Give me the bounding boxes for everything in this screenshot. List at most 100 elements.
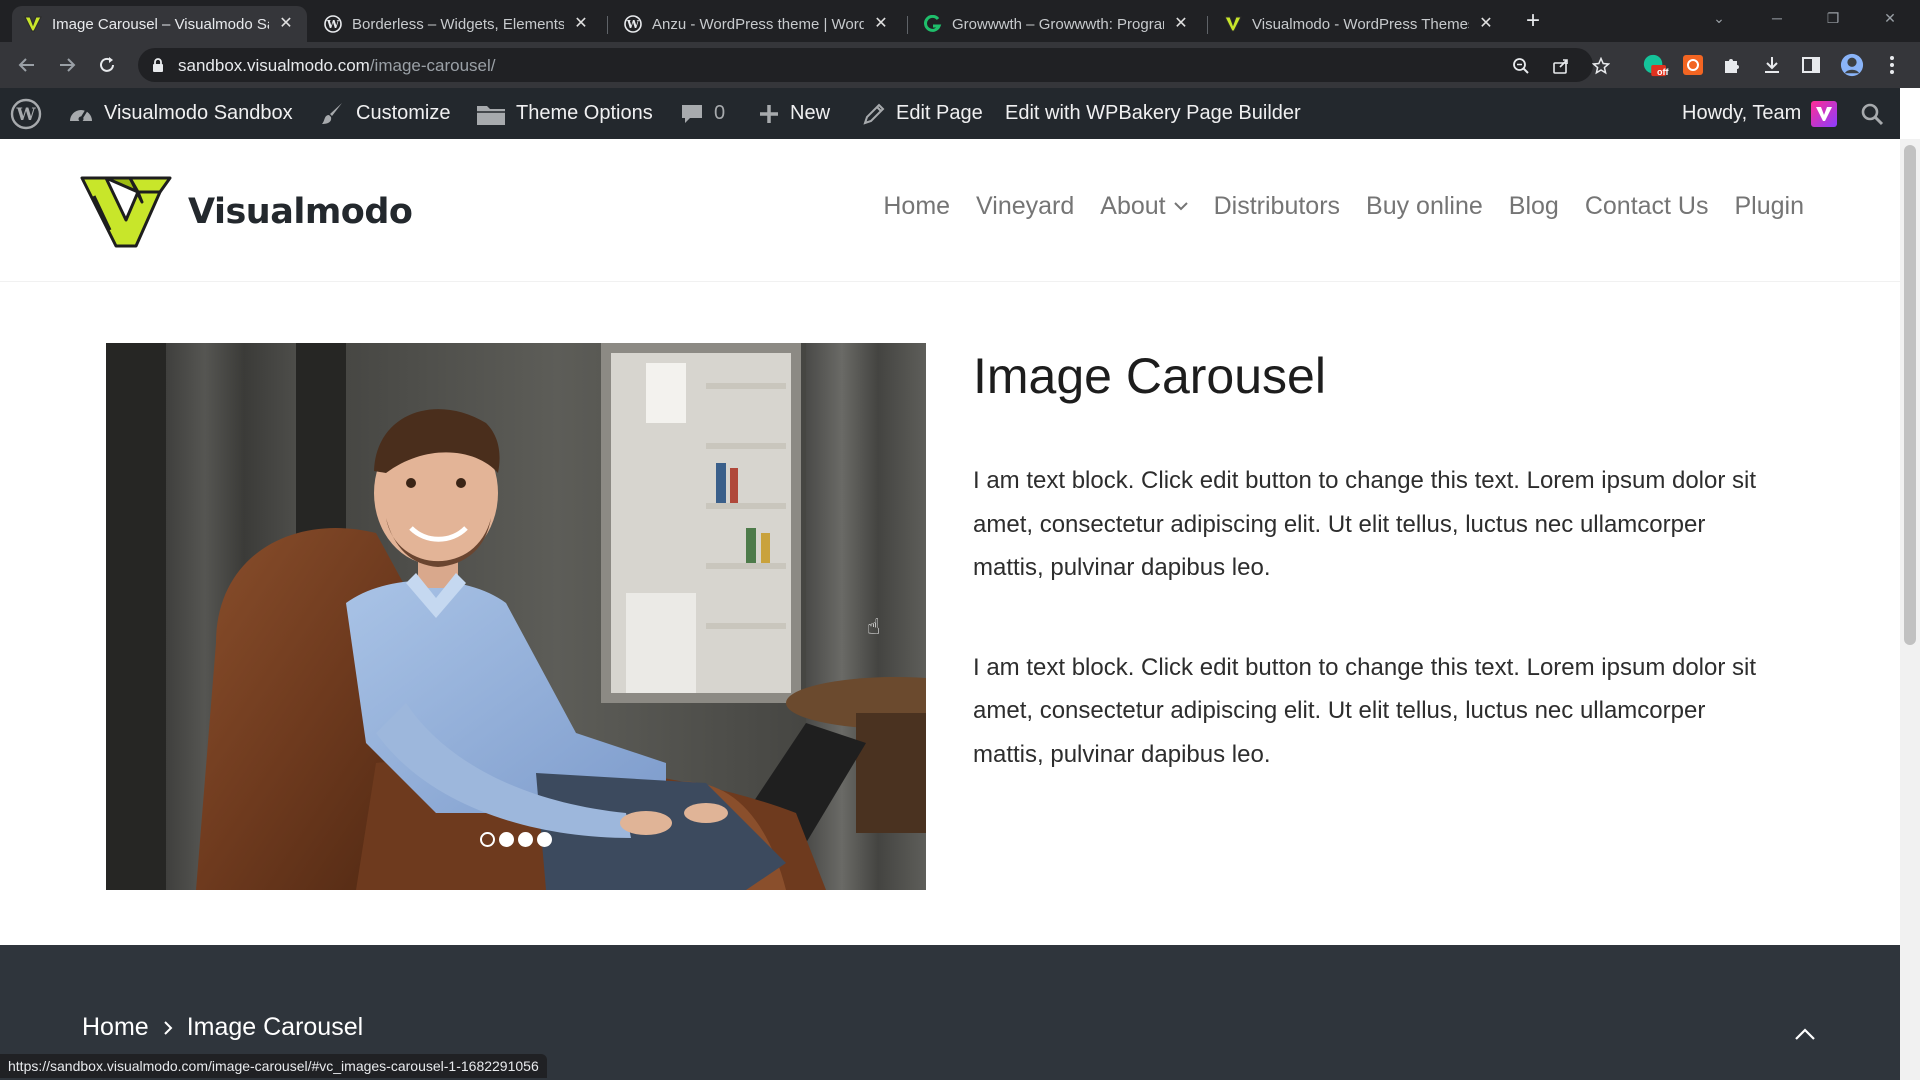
breadcrumb-current: Image Carousel bbox=[186, 1013, 364, 1041]
minimize-icon[interactable]: ─ bbox=[1765, 6, 1789, 30]
edit-page-link[interactable]: Edit Page bbox=[862, 88, 983, 139]
site-header: Visualmodo Home Vineyard About Distribut… bbox=[0, 139, 1900, 282]
tab-title: Borderless – Widgets, Elements, Template… bbox=[352, 15, 564, 33]
visualmodo-favicon-icon bbox=[1224, 15, 1242, 33]
share-icon[interactable] bbox=[1551, 56, 1571, 76]
nav-plugin[interactable]: Plugin bbox=[1735, 192, 1805, 221]
hand-cursor-icon: ☝ bbox=[867, 614, 881, 639]
side-panel-icon[interactable] bbox=[1799, 53, 1823, 77]
tab-borderless[interactable]: W Borderless – Widgets, Elements, Templa… bbox=[312, 6, 602, 42]
back-button[interactable] bbox=[14, 52, 40, 78]
browser-window: Image Carousel – Visualmodo Sandbox ✕ W … bbox=[0, 0, 1920, 1080]
restore-icon[interactable]: ❐ bbox=[1821, 6, 1845, 30]
nav-buy-online[interactable]: Buy online bbox=[1366, 192, 1483, 221]
tab-growwwth[interactable]: Growwwth – Growwwth: Programs ✕ bbox=[912, 6, 1202, 42]
my-account-menu[interactable]: Howdy, Team bbox=[1682, 88, 1838, 139]
forward-button[interactable] bbox=[54, 52, 80, 78]
close-tab-icon[interactable]: ✕ bbox=[277, 15, 295, 33]
comments-link[interactable]: 0 bbox=[680, 88, 725, 139]
carousel-dot[interactable] bbox=[480, 832, 495, 847]
carousel-dot[interactable] bbox=[518, 832, 533, 847]
orange-extension-icon[interactable] bbox=[1681, 53, 1705, 77]
close-tab-icon[interactable]: ✕ bbox=[572, 15, 590, 33]
tab-divider bbox=[907, 16, 908, 34]
page-title: Image Carousel bbox=[973, 348, 1326, 404]
tab-image-carousel[interactable]: Image Carousel – Visualmodo Sandbox ✕ bbox=[12, 6, 307, 42]
svg-text:W: W bbox=[15, 105, 36, 125]
main-navigation: Home Vineyard About Distributors Buy onl… bbox=[857, 192, 1804, 221]
growwwth-favicon-icon bbox=[924, 15, 942, 33]
paintbrush-icon bbox=[320, 101, 346, 127]
tab-strip: Image Carousel – Visualmodo Sandbox ✕ W … bbox=[0, 0, 1920, 42]
wordpress-logo-menu[interactable]: W bbox=[10, 88, 52, 139]
nav-distributors[interactable]: Distributors bbox=[1214, 192, 1340, 221]
admin-search-button[interactable] bbox=[1860, 88, 1894, 139]
page-scrollbar[interactable] bbox=[1900, 139, 1920, 1080]
new-content-menu[interactable]: New bbox=[758, 88, 830, 139]
carousel-slide-photo[interactable] bbox=[106, 343, 926, 890]
site-logo[interactable]: Visualmodo bbox=[80, 172, 413, 252]
close-tab-icon[interactable]: ✕ bbox=[1172, 15, 1190, 33]
close-tab-icon[interactable]: ✕ bbox=[872, 15, 890, 33]
wordpress-favicon-icon: W bbox=[324, 15, 342, 33]
grammarly-extension-icon[interactable]: off bbox=[1642, 53, 1669, 77]
download-icon[interactable] bbox=[1760, 53, 1784, 77]
svg-text:W: W bbox=[326, 18, 340, 31]
image-carousel[interactable] bbox=[106, 343, 926, 890]
reload-button[interactable] bbox=[94, 52, 120, 78]
nav-about[interactable]: About bbox=[1100, 192, 1188, 221]
tab-title: Growwwth – Growwwth: Programs bbox=[952, 15, 1164, 33]
folder-icon bbox=[476, 102, 506, 126]
breadcrumb-home[interactable]: Home bbox=[82, 1013, 149, 1042]
zoom-icon[interactable] bbox=[1511, 56, 1531, 76]
browser-menu-icon[interactable] bbox=[1880, 53, 1904, 77]
nav-blog[interactable]: Blog bbox=[1509, 192, 1559, 221]
visualmodo-logo-icon bbox=[80, 176, 172, 248]
tab-title: Visualmodo - WordPress Themes bbox=[1252, 15, 1469, 33]
dashboard-icon bbox=[68, 103, 94, 125]
close-tab-icon[interactable]: ✕ bbox=[1477, 15, 1495, 33]
chevron-right-icon bbox=[163, 1020, 173, 1036]
address-bar[interactable]: sandbox.visualmodo.com/image-carousel/ bbox=[138, 48, 1610, 82]
text-block-1: I am text block. Click edit button to ch… bbox=[973, 467, 1757, 581]
extension-badge: off bbox=[1657, 67, 1669, 77]
scrollbar-thumb[interactable] bbox=[1904, 145, 1916, 645]
tab-visualmodo-themes[interactable]: Visualmodo - WordPress Themes ✕ bbox=[1212, 6, 1507, 42]
logo-wordmark: Visualmodo bbox=[188, 192, 413, 232]
site-name-menu[interactable]: Visualmodo Sandbox bbox=[68, 88, 293, 139]
tab-search-icon[interactable]: ⌄ bbox=[1707, 6, 1731, 30]
carousel-dot[interactable] bbox=[537, 832, 552, 847]
tab-title: Image Carousel – Visualmodo Sandbox bbox=[52, 15, 269, 33]
comment-bubble-icon bbox=[680, 102, 704, 126]
nav-contact-us[interactable]: Contact Us bbox=[1585, 192, 1709, 221]
edit-with-wpbakery-link[interactable]: Edit with WPBakery Page Builder bbox=[1005, 88, 1301, 139]
url-host: sandbox.visualmodo.com bbox=[178, 56, 370, 75]
wordpress-logo-icon: W bbox=[10, 98, 42, 130]
new-label: New bbox=[790, 102, 831, 124]
site-name-label: Visualmodo Sandbox bbox=[104, 102, 293, 124]
extensions-puzzle-icon[interactable] bbox=[1720, 53, 1744, 77]
new-tab-button[interactable]: + bbox=[1520, 9, 1546, 35]
bookmark-star-icon[interactable] bbox=[1591, 56, 1611, 76]
chevron-down-icon bbox=[1173, 202, 1188, 211]
customize-link[interactable]: Customize bbox=[320, 88, 450, 139]
link-status-bar: https://sandbox.visualmodo.com/image-car… bbox=[0, 1054, 547, 1078]
theme-options-link[interactable]: Theme Options bbox=[476, 88, 653, 139]
tab-anzu[interactable]: W Anzu - WordPress theme | WordPress.org… bbox=[612, 6, 902, 42]
lock-icon[interactable] bbox=[152, 57, 164, 78]
wp-admin-bar: W Visualmodo Sandbox Customize Theme Opt… bbox=[0, 88, 1900, 139]
close-window-icon[interactable]: ✕ bbox=[1878, 6, 1902, 30]
svg-text:W: W bbox=[626, 18, 640, 31]
profile-avatar[interactable] bbox=[1840, 53, 1864, 77]
edit-page-label: Edit Page bbox=[896, 102, 983, 124]
wordpress-favicon-icon: W bbox=[624, 15, 642, 33]
pencil-icon bbox=[862, 102, 886, 126]
url-path: /image-carousel/ bbox=[369, 56, 496, 75]
carousel-dot[interactable] bbox=[499, 832, 514, 847]
chevron-up-icon bbox=[1795, 1028, 1815, 1040]
back-to-top-button[interactable] bbox=[1792, 1021, 1818, 1047]
nav-home[interactable]: Home bbox=[883, 192, 950, 221]
nav-vineyard[interactable]: Vineyard bbox=[976, 192, 1074, 221]
customize-label: Customize bbox=[356, 102, 451, 124]
page-content: Image Carousel I am text block. Click ed… bbox=[973, 343, 1773, 776]
